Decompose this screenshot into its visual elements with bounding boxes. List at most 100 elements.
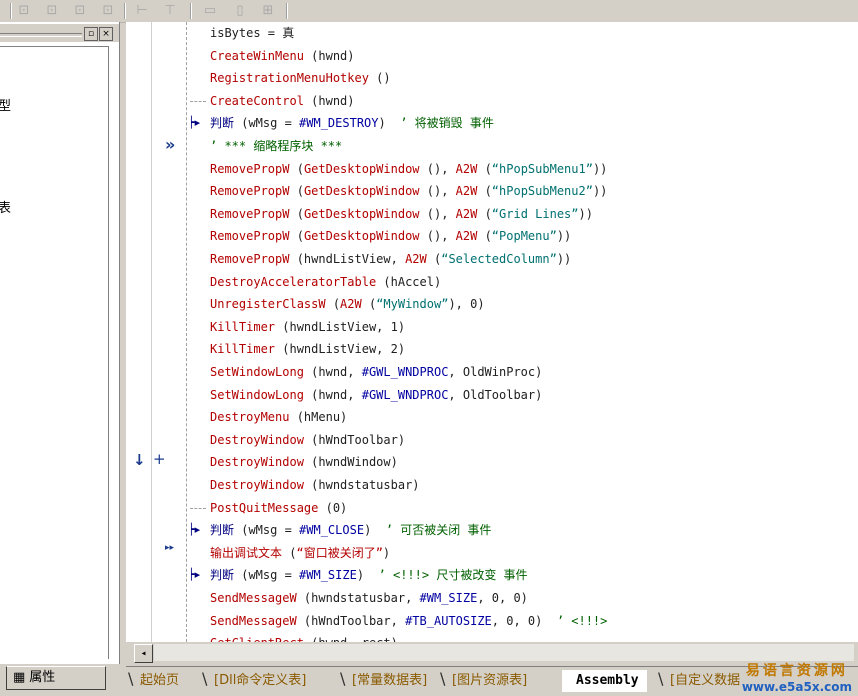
code-line[interactable]: isBytes = 真 [210,22,294,44]
code-line[interactable]: SetWindowLong (hwnd, #GWL_WNDPROC, OldWi… [210,361,542,383]
code-line[interactable]: CreateControl (hwnd) [210,90,355,112]
center-both-icon[interactable]: ⊞ [258,2,278,19]
code-token: #TB_AUTOSIZE [405,613,492,628]
code-line[interactable]: DestroyAcceleratorTable (hAccel) [210,271,441,293]
code-token: ’ <!!!> [556,613,608,628]
code-token: (), [419,184,456,199]
code-token: A2W [455,229,478,244]
code-line[interactable]: 判断 (wMsg = #WM_CLOSE) ’ 可否被关闭 事件 [210,519,491,541]
code-token: RemovePropW [210,161,290,176]
watermark-cn: 易语言资源网 [745,663,848,679]
code-line[interactable]: DestroyWindow (hwndWindow) [210,451,398,473]
code-line[interactable]: RemovePropW (GetDesktopWindow (), A2W (“… [210,158,607,180]
code-line[interactable]: RemovePropW (GetDesktopWindow (), A2W (“… [210,180,607,202]
h-spacing-icon[interactable]: ▭ [200,2,220,19]
code-token: “MyWindow” [376,297,449,312]
code-line[interactable]: PostQuitMessage (0) [210,497,347,519]
code-token: DestroyWindow [210,432,304,447]
branch-arrow-icon[interactable]: ┝▸ [188,116,200,130]
align-center-icon[interactable]: ⊡ [70,2,90,19]
code-token: (), [419,206,456,221]
editor-gutter [126,22,184,642]
code-token: (hwnd) [303,93,355,108]
tab-4[interactable]: Assembly [562,670,647,692]
code-token: ( [325,297,341,312]
code-token: DestroyWindow [210,455,304,470]
code-token: (hWndToolbar) [303,432,406,447]
code-token: UnregisterClassW [210,297,326,312]
add-marker-icon[interactable]: + [153,450,166,468]
same-height-icon[interactable]: ⊤ [160,2,180,19]
code-token: (hAccel) [376,274,442,289]
left-panel: ▫ × 型 表 [0,22,120,664]
code-token: (hwnd, [303,365,362,379]
collapsed-block-marker[interactable]: » [165,135,175,154]
code-token: “窗口被关闭了” [296,545,383,560]
tab-5[interactable]: [自定义数据 [656,670,748,692]
tree-connector [190,100,206,102]
run-marker-icon[interactable]: ▸▸ [165,543,174,553]
code-line[interactable]: UnregisterClassW (A2W (“MyWindow”), 0) [210,293,485,315]
code-token: (hwndWindow) [303,455,398,470]
align-left-icon[interactable]: ⊡ [14,2,34,19]
left-panel-body: 型 表 [0,46,109,659]
code-line[interactable]: DestroyMenu (hMenu) [210,406,347,428]
code-token: #WM_SIZE [299,568,357,583]
code-token: 输出调试文本 [210,545,283,560]
code-token: (wMsg = [241,523,300,538]
code-token: ’ *** 缩略程序块 *** [210,139,343,153]
code-token: DestroyAcceleratorTable [210,274,377,289]
code-token: , OldWinProc) [448,365,543,379]
code-token: “hPopSubMenu1” [491,161,593,176]
branch-arrow-icon[interactable]: ┝▸ [188,523,200,537]
watermark: 易语言资源网 www.e5a5x.com [742,660,852,694]
breakpoint-arrow-icon[interactable]: ↓ [133,451,146,469]
code-line[interactable]: RegistrationMenuHotkey () [210,67,391,89]
code-line[interactable]: SendMessageW (hwndstatusbar, #WM_SIZE, 0… [210,587,528,609]
code-token: “SelectedColumn” [441,252,557,266]
pin-button[interactable]: ▫ [84,27,98,41]
code-line[interactable]: 输出调试文本 (“窗口被关闭了”) [210,542,390,564]
code-line[interactable]: KillTimer (hwndListView, 1) [210,316,405,338]
code-line[interactable]: DestroyWindow (hWndToolbar) [210,429,405,451]
code-line[interactable]: KillTimer (hwndListView, 2) [210,338,405,360]
tab-0[interactable]: 起始页 [126,670,187,692]
code-line[interactable]: 判断 (wMsg = #WM_DESTROY) ’ 将被销毁 事件 [210,112,494,134]
code-token: RemovePropW [210,229,290,244]
code-token: (hwndListView, 1) [275,319,406,334]
code-token: ) [356,568,379,583]
code-line[interactable]: CreateWinMenu (hwnd) [210,45,355,67]
code-line[interactable]: ’ *** 缩略程序块 *** [210,135,342,157]
tab-3[interactable]: [图片资源表] [438,670,535,692]
code-line[interactable]: SetWindowLong (hwnd, #GWL_WNDPROC, OldTo… [210,384,542,406]
code-token: ), 0) [448,297,485,312]
code-line[interactable]: 判断 (wMsg = #WM_SIZE) ’ <!!!> 尺寸被改变 事件 [210,564,528,586]
tab-1[interactable]: [Dll命令定义表] [200,670,314,692]
v-spacing-icon[interactable]: ▯ [230,2,250,19]
close-panel-button[interactable]: × [99,27,113,41]
code-token: (), [419,229,456,244]
code-token: A2W [455,206,478,221]
code-token: SendMessageW [210,591,297,605]
scroll-left-button[interactable]: ◂ [134,644,153,663]
properties-tab[interactable]: ▦ 属性 [6,666,106,690]
align-right-icon[interactable]: ⊡ [98,2,118,19]
tab-2[interactable]: [常量数据表] [338,670,435,692]
code-line[interactable]: RemovePropW (GetDesktopWindow (), A2W (“… [210,225,571,247]
code-token: ( [282,545,297,560]
code-token: ) [364,523,386,538]
code-line[interactable]: SendMessageW (hWndToolbar, #TB_AUTOSIZE,… [210,610,607,632]
code-line[interactable]: DestroyWindow (hwndstatusbar) [210,474,420,496]
code-line[interactable]: RemovePropW (GetDesktopWindow (), A2W (“… [210,203,593,225]
titlebar-grip [0,33,82,37]
branch-arrow-icon[interactable]: ┝▸ [188,568,200,582]
same-width-icon[interactable]: ⊢ [132,2,152,19]
toolbar-separator [10,3,12,19]
code-token: GetDesktopWindow [303,229,420,244]
code-token: ( [289,161,304,176]
code-line[interactable]: RemovePropW (hwndListView, A2W (“Selecte… [210,248,571,270]
scroll-track[interactable] [154,644,854,661]
code-token: CreateWinMenu [210,48,304,63]
tree-fragment-2: 表 [0,201,12,216]
align-top-icon[interactable]: ⊡ [42,2,62,19]
